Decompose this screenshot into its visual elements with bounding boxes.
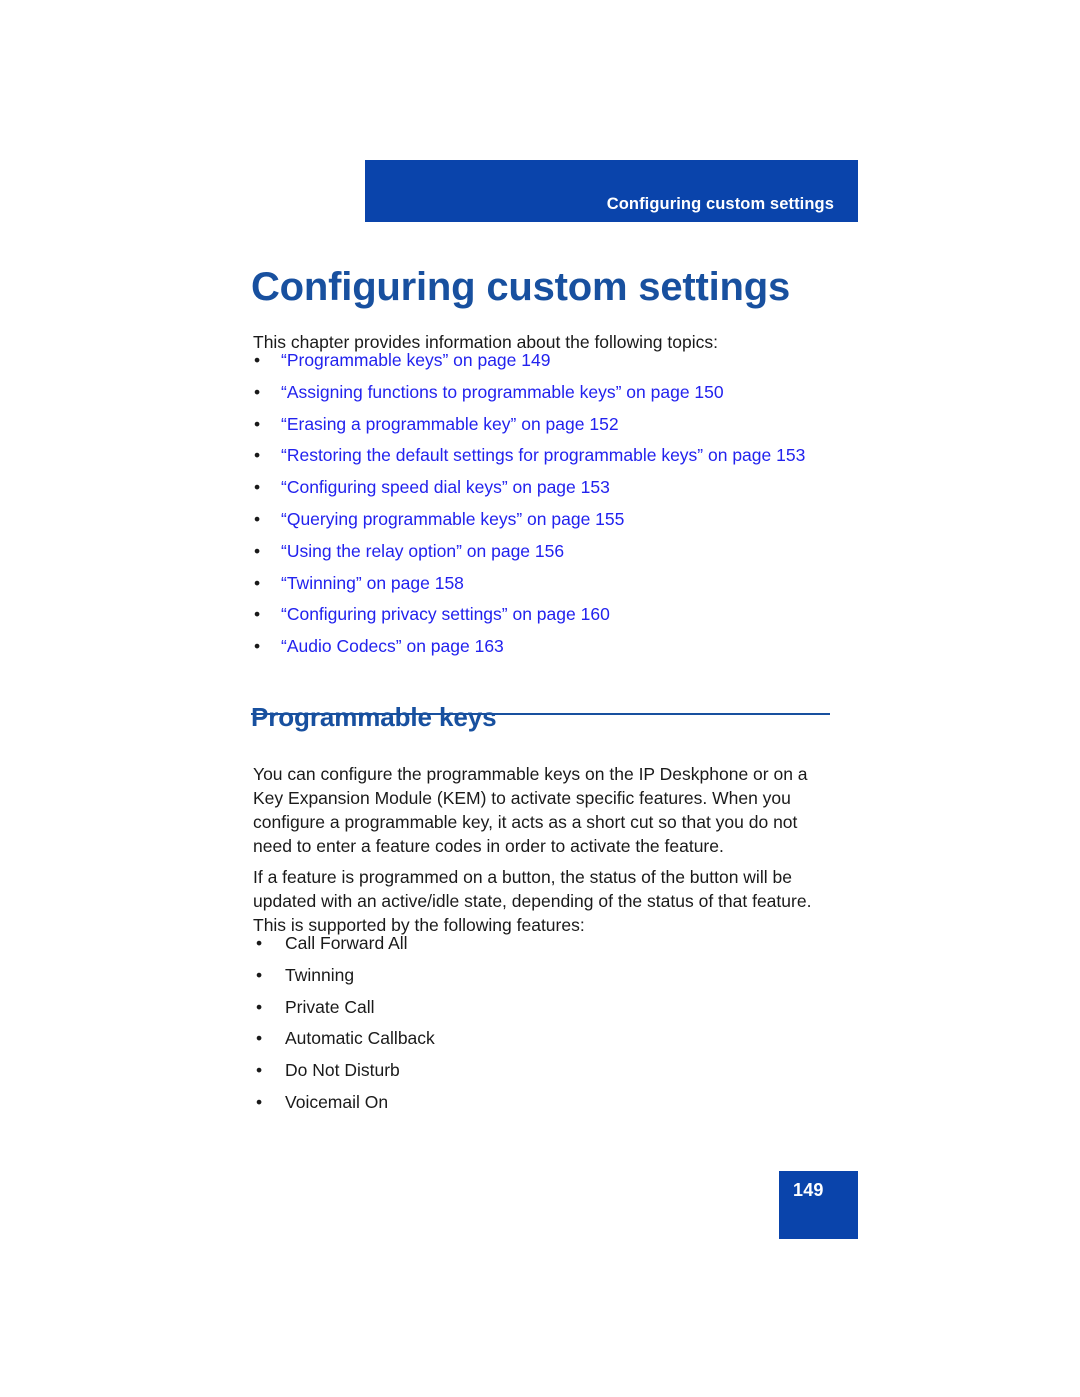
bullet-glyph: • (254, 381, 261, 402)
feature-label: Automatic Callback (285, 1028, 435, 1049)
page-number: 149 (793, 1180, 824, 1200)
feature-list: • Call Forward All • Twinning • Private … (256, 933, 686, 1124)
list-item[interactable]: • “Using the relay option” on page 156 (253, 541, 853, 573)
list-item: • Voicemail On (256, 1092, 686, 1124)
body-paragraph-1: You can configure the programmable keys … (253, 763, 808, 857)
bullet-glyph: • (254, 350, 261, 370)
feature-label: Twinning (285, 964, 355, 985)
section-heading: Programmable keys (251, 701, 497, 732)
list-item[interactable]: • “Assigning functions to programmable k… (253, 382, 853, 414)
bullet-glyph: • (256, 1060, 263, 1081)
list-item: • Private Call (256, 997, 686, 1029)
topic-link[interactable]: “Twinning” on page 158 (281, 573, 464, 593)
running-header-banner: Configuring custom settings (365, 160, 858, 222)
bullet-glyph: • (256, 964, 263, 985)
section-divider (251, 713, 830, 715)
page-number-box: 149 (779, 1171, 858, 1239)
topic-link[interactable]: “Configuring privacy settings” on page 1… (281, 604, 610, 624)
topic-link[interactable]: “Configuring speed dial keys” on page 15… (281, 477, 610, 497)
feature-label: Private Call (285, 996, 375, 1017)
bullet-glyph: • (254, 540, 261, 561)
running-header-text: Configuring custom settings (606, 194, 834, 213)
body-paragraph-2: If a feature is programmed on a button, … (253, 866, 812, 935)
list-item[interactable]: • “Configuring speed dial keys” on page … (253, 477, 853, 509)
list-item: • Call Forward All (256, 933, 686, 965)
bullet-glyph: • (254, 477, 261, 498)
list-item: • Twinning (256, 965, 686, 997)
bullet-glyph: • (254, 445, 261, 466)
chapter-title: Configuring custom settings (251, 264, 791, 309)
topic-link[interactable]: “Programmable keys” on page 149 (281, 350, 550, 370)
topic-link[interactable]: “Audio Codecs” on page 163 (281, 636, 504, 656)
bullet-glyph: • (254, 572, 261, 593)
bullet-glyph: • (254, 636, 261, 657)
topic-link[interactable]: “Querying programmable keys” on page 155 (281, 509, 624, 529)
list-item[interactable]: • “Programmable keys” on page 149 (253, 350, 853, 382)
bullet-glyph: • (256, 933, 263, 953)
topic-link[interactable]: “Assigning functions to programmable key… (281, 382, 724, 402)
list-item[interactable]: • “Querying programmable keys” on page 1… (253, 509, 853, 541)
bullet-glyph: • (254, 413, 261, 434)
list-item[interactable]: • “Twinning” on page 158 (253, 573, 853, 605)
bullet-glyph: • (256, 996, 263, 1017)
feature-label: Voicemail On (285, 1091, 389, 1112)
document-page: Configuring custom settings Configuring … (0, 0, 1080, 1397)
topic-link-list: • “Programmable keys” on page 149 • “Ass… (253, 350, 853, 668)
list-item: • Do Not Disturb (256, 1060, 686, 1092)
feature-label: Do Not Disturb (285, 1060, 400, 1081)
list-item[interactable]: • “Configuring privacy settings” on page… (253, 604, 853, 636)
list-item[interactable]: • “Erasing a programmable key” on page 1… (253, 414, 853, 446)
list-item[interactable]: • “Restoring the default settings for pr… (253, 445, 853, 477)
topic-link[interactable]: “Erasing a programmable key” on page 152 (281, 414, 619, 434)
list-item: • Automatic Callback (256, 1028, 686, 1060)
topic-link[interactable]: “Restoring the default settings for prog… (281, 445, 805, 465)
list-item[interactable]: • “Audio Codecs” on page 163 (253, 636, 853, 668)
feature-label: Call Forward All (285, 933, 408, 953)
bullet-glyph: • (254, 508, 261, 529)
bullet-glyph: • (254, 604, 261, 625)
topic-link[interactable]: “Using the relay option” on page 156 (281, 541, 564, 561)
bullet-glyph: • (256, 1091, 263, 1112)
bullet-glyph: • (256, 1028, 263, 1049)
